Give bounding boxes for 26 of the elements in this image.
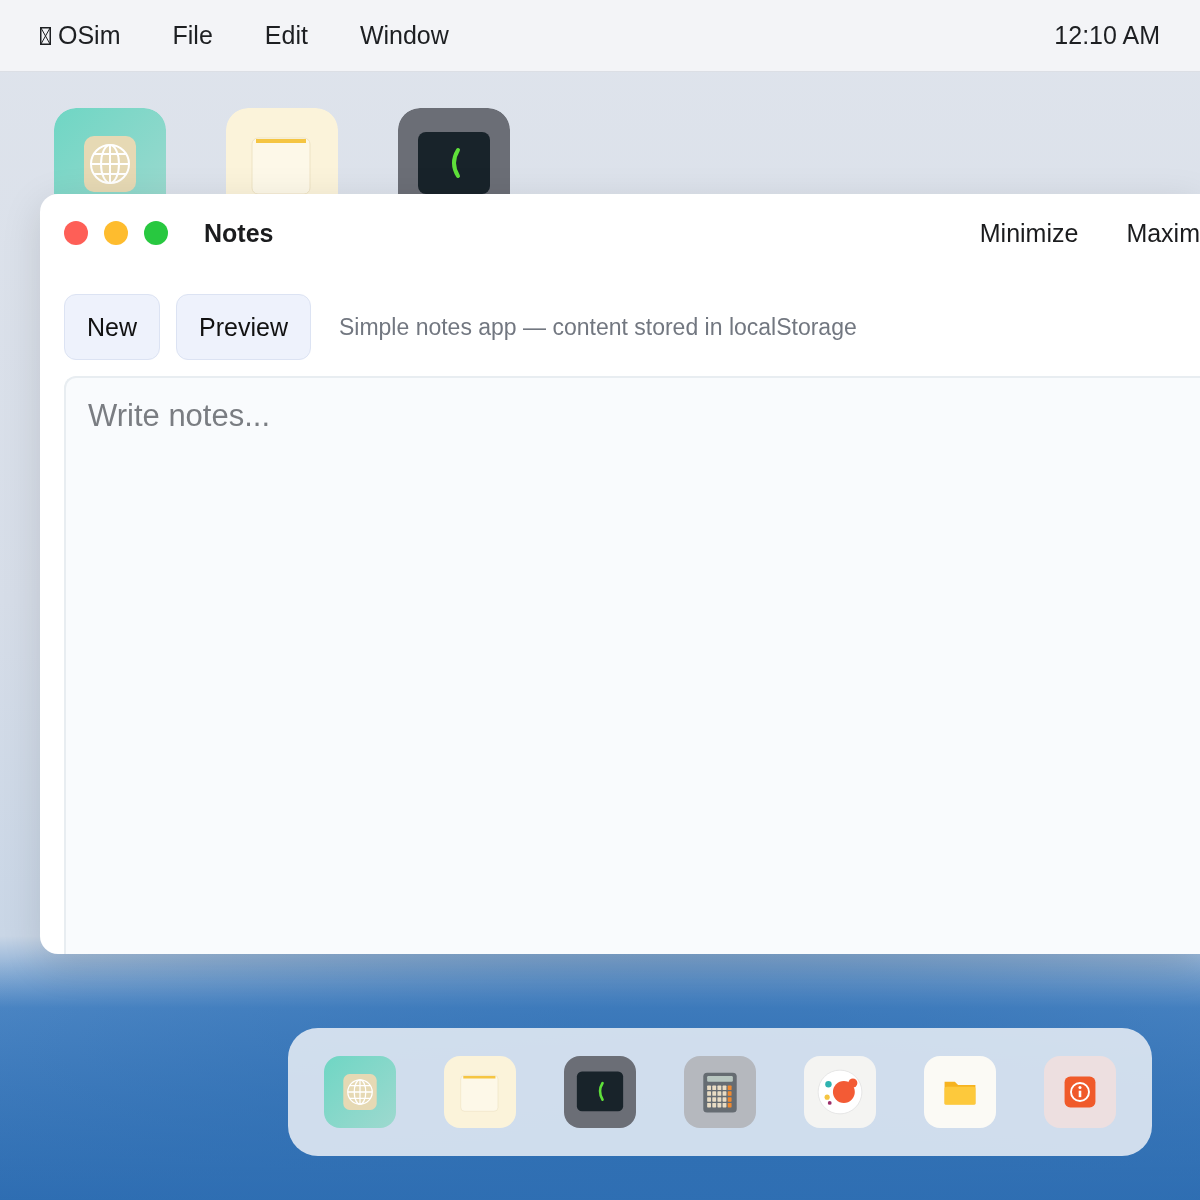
close-button[interactable]: [64, 221, 88, 245]
menu-item[interactable]: Window: [359, 21, 449, 50]
calculator-icon[interactable]: [684, 1056, 756, 1128]
minimize-button[interactable]: [104, 221, 128, 245]
window-control[interactable]: Maxim: [1126, 218, 1200, 248]
glyph-box-icon: [40, 26, 51, 45]
notes-editor[interactable]: Write notes...: [64, 376, 1200, 954]
menu-item[interactable]: File: [172, 21, 213, 50]
toolbar-button[interactable]: New: [64, 294, 160, 360]
globe-icon[interactable]: [54, 108, 166, 194]
terminal-icon[interactable]: [398, 108, 510, 194]
notepad-icon[interactable]: [226, 108, 338, 194]
notepad-icon[interactable]: [444, 1056, 516, 1128]
clock: 12:10 AM: [1054, 21, 1160, 50]
terminal-icon[interactable]: [564, 1056, 636, 1128]
globe-icon[interactable]: [324, 1056, 396, 1128]
menu-item[interactable]: OSim: [58, 21, 121, 50]
zoom-button[interactable]: [144, 221, 168, 245]
paint-palette-icon[interactable]: [804, 1056, 876, 1128]
window-control[interactable]: Minimize: [979, 218, 1079, 248]
menu-item[interactable]: Edit: [264, 21, 308, 50]
window-title: Notes: [204, 218, 275, 248]
info-icon[interactable]: [1044, 1056, 1116, 1128]
folder-icon[interactable]: [924, 1056, 996, 1128]
toolbar-button[interactable]: Preview: [176, 294, 311, 360]
app-description: Simple notes app — content stored in localStorage: [338, 313, 857, 341]
